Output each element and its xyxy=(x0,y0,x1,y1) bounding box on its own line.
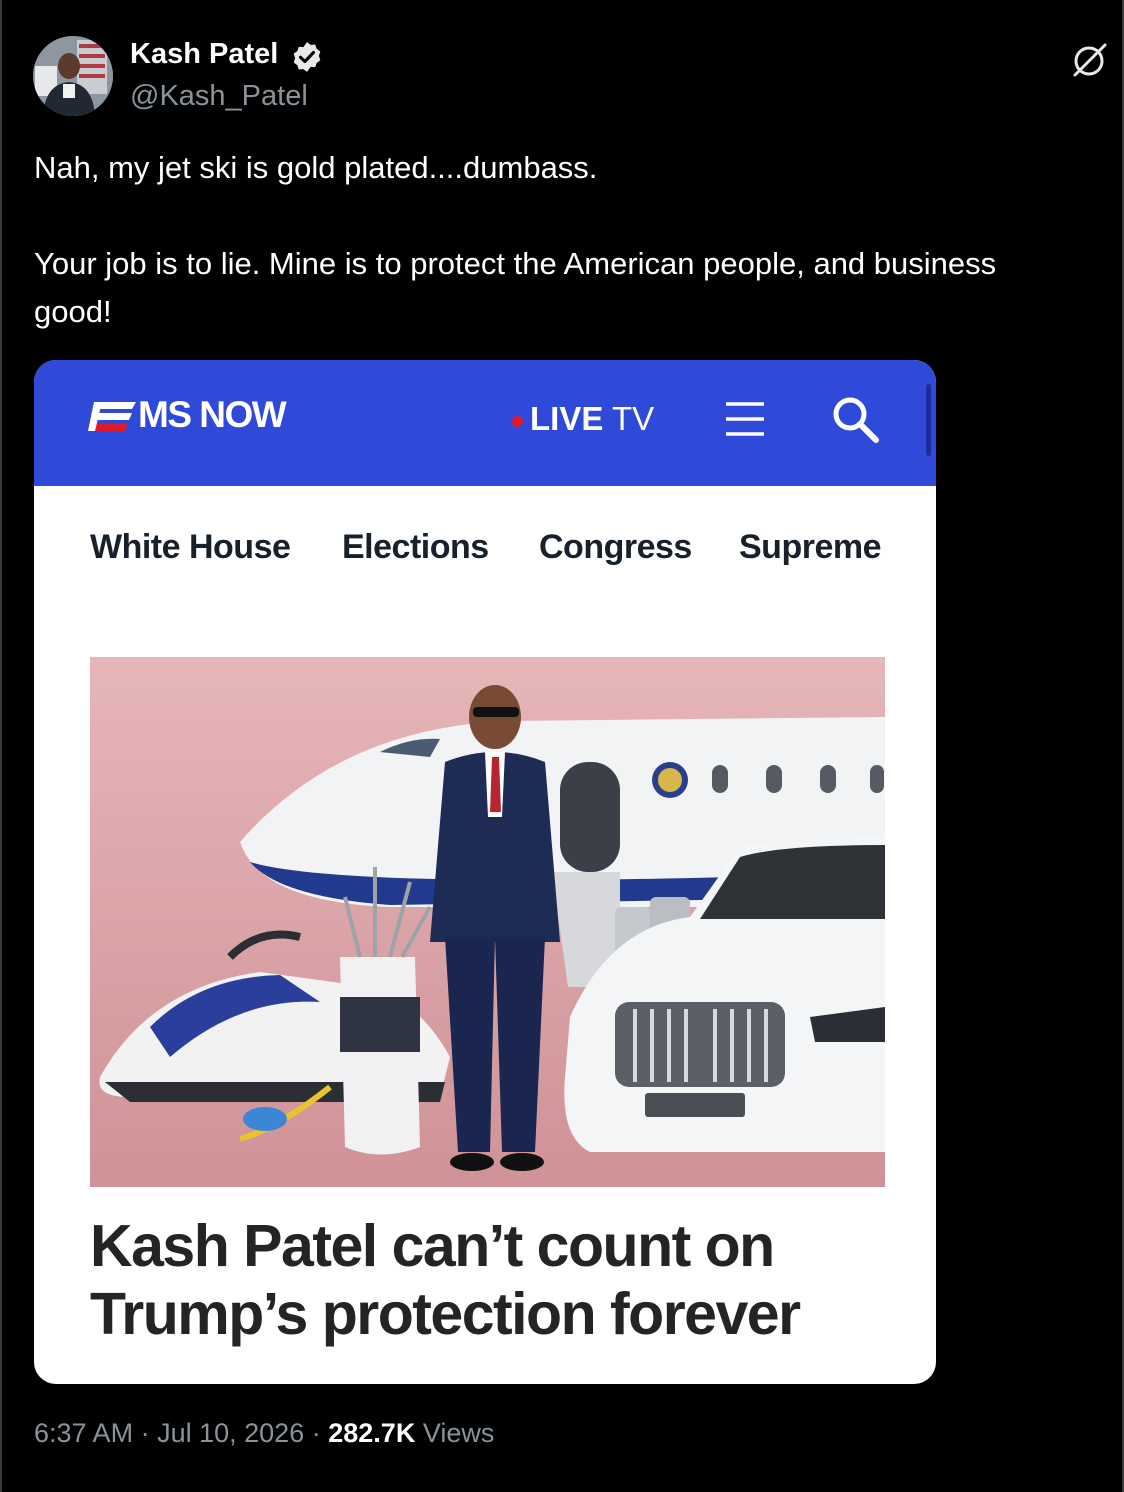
tweet-date[interactable]: Jul 10, 2026 xyxy=(157,1418,304,1448)
headline-line: Trump’s protection forever xyxy=(90,1281,801,1347)
live-tv-suffix: TV xyxy=(611,400,655,437)
search-icon xyxy=(833,397,879,443)
verified-badge-icon xyxy=(293,42,321,72)
views-label: Views xyxy=(422,1418,495,1448)
section-subnav: White House Elections Congress Supreme xyxy=(34,486,936,606)
navbar-scroll-hint xyxy=(926,384,931,456)
tweet-text-line: Your job is to lie. Mine is to protect t… xyxy=(34,246,997,281)
tweet-text-line: good! xyxy=(34,294,112,329)
live-indicator-dot xyxy=(512,416,523,427)
subnav-item-white-house: White House xyxy=(90,528,291,566)
subnav-item-elections: Elections xyxy=(342,528,489,566)
hero-illustration xyxy=(90,657,885,1187)
live-tv-link: LIVE TV xyxy=(530,400,654,438)
meta-separator: · xyxy=(140,1418,150,1448)
ms-now-logo-icon xyxy=(88,402,136,431)
window-edge-left xyxy=(0,0,2,1492)
subnav-item-congress: Congress xyxy=(539,528,692,566)
live-label: LIVE xyxy=(530,400,604,437)
avatar[interactable] xyxy=(33,36,113,116)
article-headline: Kash Patel can’t count on Trump’s protec… xyxy=(90,1212,910,1348)
ms-now-navbar: MS NOW LIVE TV xyxy=(34,360,936,486)
author-handle[interactable]: @Kash_Patel xyxy=(130,80,308,113)
tweet-time[interactable]: 6:37 AM xyxy=(34,1418,133,1448)
grok-icon[interactable] xyxy=(1070,40,1110,80)
views-count[interactable]: 282.7K xyxy=(328,1418,415,1448)
subnav-item-supreme: Supreme xyxy=(739,528,882,566)
meta-separator: · xyxy=(311,1418,321,1448)
embedded-image-card[interactable]: MS NOW LIVE TV White House Elections Con… xyxy=(34,360,936,1384)
headline-line: Kash Patel can’t count on xyxy=(90,1213,775,1279)
tweet-text-line: Nah, my jet ski is gold plated....dumbas… xyxy=(34,150,598,185)
tweet-meta: 6:37 AM · Jul 10, 2026 · 282.7K Views xyxy=(34,1418,494,1449)
brand-name: MS NOW xyxy=(138,394,287,435)
subnav-fade xyxy=(886,486,936,606)
author-name[interactable]: Kash Patel xyxy=(130,38,278,71)
menu-icon xyxy=(726,402,764,436)
